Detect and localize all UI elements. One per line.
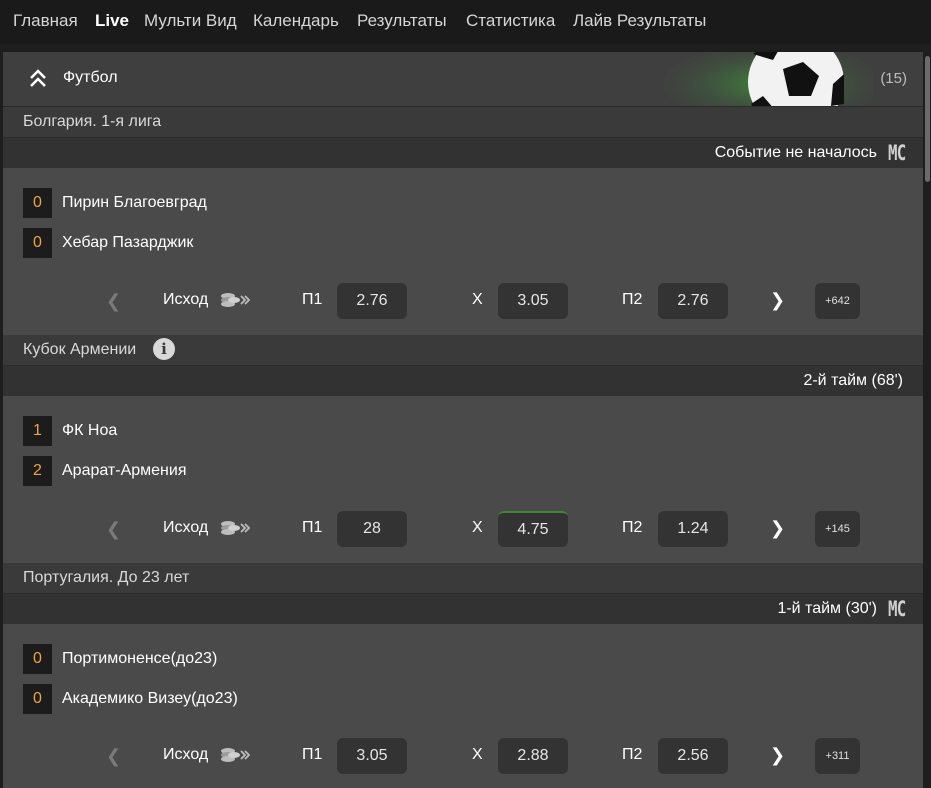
market-name: Исход <box>163 291 209 308</box>
odd-label-p2: П2 <box>622 291 643 308</box>
match-center-icon[interactable]: MC <box>888 597 906 621</box>
scrollbar-thumb[interactable] <box>925 56 930 182</box>
nav-statistics[interactable]: Статистика <box>466 11 555 31</box>
prev-market-arrow-icon[interactable]: ❮ <box>106 746 121 767</box>
odd-button-p1[interactable]: 3.05 <box>337 738 407 774</box>
match-status: 2-й тайм (68') <box>803 372 903 389</box>
match-card[interactable]: 0 Портимоненсе(до23) 0 Академико Визеу(д… <box>3 624 923 788</box>
nav-live-results[interactable]: Лайв Результаты <box>573 11 706 31</box>
match-status-row: 1-й тайм (30') MC <box>3 594 923 624</box>
team-name: Портимоненсе(до23) <box>62 650 218 667</box>
odd-button-x[interactable]: 2.88 <box>498 738 568 774</box>
team-score: 0 <box>23 228 52 258</box>
more-markets-button[interactable]: +145 <box>815 511 860 547</box>
odd-label-x: Х <box>472 291 483 308</box>
team-name: Академико Визеу(до23) <box>62 690 238 707</box>
team-name: Пирин Благоевград <box>62 194 207 211</box>
more-markets-button[interactable]: +311 <box>815 738 860 774</box>
match-status-row: 2-й тайм (68') <box>3 366 923 396</box>
match-status-row: Событие не началось MC <box>3 138 923 168</box>
league-header[interactable]: Болгария. 1-я лига <box>3 107 923 138</box>
match-card[interactable]: 0 Пирин Благоевград 0 Хебар Пазарджик ❮ … <box>3 168 923 335</box>
odd-button-p1[interactable]: 28 <box>337 511 407 547</box>
team-score: 1 <box>23 416 52 446</box>
football-ball-icon <box>663 52 873 106</box>
prev-market-arrow-icon[interactable]: ❮ <box>106 291 121 312</box>
odd-button-p2[interactable]: 1.24 <box>658 511 728 547</box>
odds-bar: ❮ Исход П1 3.05 Х 2.88 П2 2.56 ❯ +311 <box>3 736 923 776</box>
odd-button-x[interactable]: 4.75 <box>498 511 568 547</box>
odd-label-p1: П1 <box>302 291 323 308</box>
next-market-arrow-icon[interactable]: ❯ <box>770 518 785 539</box>
coins-icon <box>221 521 250 535</box>
match-status: 1-й тайм (30') <box>777 600 877 617</box>
sport-title: Футбол <box>63 69 118 86</box>
match-status: Событие не началось <box>714 144 877 161</box>
league-name: Болгария. 1-я лига <box>23 113 162 130</box>
nav-live[interactable]: Live <box>95 11 129 31</box>
team-score: 0 <box>23 188 52 218</box>
scrollbar[interactable] <box>923 52 931 788</box>
team-name: Хебар Пазарджик <box>62 234 194 251</box>
nav-calendar[interactable]: Календарь <box>253 11 339 31</box>
event-count: (15) <box>880 70 907 87</box>
odd-button-p1[interactable]: 2.76 <box>337 283 407 319</box>
top-navigation: Главная Live Мульти Вид Календарь Резуль… <box>0 0 931 44</box>
odd-button-p2[interactable]: 2.56 <box>658 738 728 774</box>
next-market-arrow-icon[interactable]: ❯ <box>770 745 785 766</box>
odd-button-p2[interactable]: 2.76 <box>658 283 728 319</box>
prev-market-arrow-icon[interactable]: ❮ <box>106 519 121 540</box>
coins-icon <box>221 293 250 307</box>
odd-label-p1: П1 <box>302 519 323 536</box>
league-name: Кубок Армении <box>23 341 137 358</box>
collapse-icon[interactable] <box>27 68 49 90</box>
sport-header[interactable]: Футбол (15) <box>3 52 923 107</box>
nav-results[interactable]: Результаты <box>357 11 447 31</box>
match-center-icon[interactable]: MC <box>888 141 906 165</box>
nav-multiview[interactable]: Мульти Вид <box>144 11 237 31</box>
odds-bar: ❮ Исход П1 28 Х 4.75 П2 1.24 ❯ +145 <box>3 509 923 549</box>
odd-label-x: Х <box>472 519 483 536</box>
market-name: Исход <box>163 746 209 763</box>
team-score: 0 <box>23 684 52 714</box>
team-name: ФК Ноа <box>62 422 118 439</box>
league-header[interactable]: Португалия. До 23 лет <box>3 563 923 594</box>
nav-home[interactable]: Главная <box>13 11 78 31</box>
events-panel: Футбол (15) Болгария. 1-я лига Событие н… <box>3 52 923 788</box>
odd-label-x: Х <box>472 746 483 763</box>
info-icon[interactable]: i <box>153 338 175 360</box>
more-markets-button[interactable]: +642 <box>815 283 860 319</box>
match-card[interactable]: 1 ФК Ноа 2 Арарат-Армения ❮ Исход П1 28 … <box>3 396 923 563</box>
team-name: Арарат-Армения <box>62 462 187 479</box>
odd-label-p1: П1 <box>302 746 323 763</box>
odds-bar: ❮ Исход П1 2.76 Х 3.05 П2 2.76 ❯ +642 <box>3 281 923 321</box>
league-header[interactable]: Кубок Армении i <box>3 335 923 366</box>
next-market-arrow-icon[interactable]: ❯ <box>770 290 785 311</box>
odd-label-p2: П2 <box>622 746 643 763</box>
market-name: Исход <box>163 519 209 536</box>
odd-label-p2: П2 <box>622 519 643 536</box>
league-name: Португалия. До 23 лет <box>23 569 190 586</box>
coins-icon <box>221 748 250 762</box>
team-score: 2 <box>23 456 52 486</box>
odd-button-x[interactable]: 3.05 <box>498 283 568 319</box>
team-score: 0 <box>23 644 52 674</box>
